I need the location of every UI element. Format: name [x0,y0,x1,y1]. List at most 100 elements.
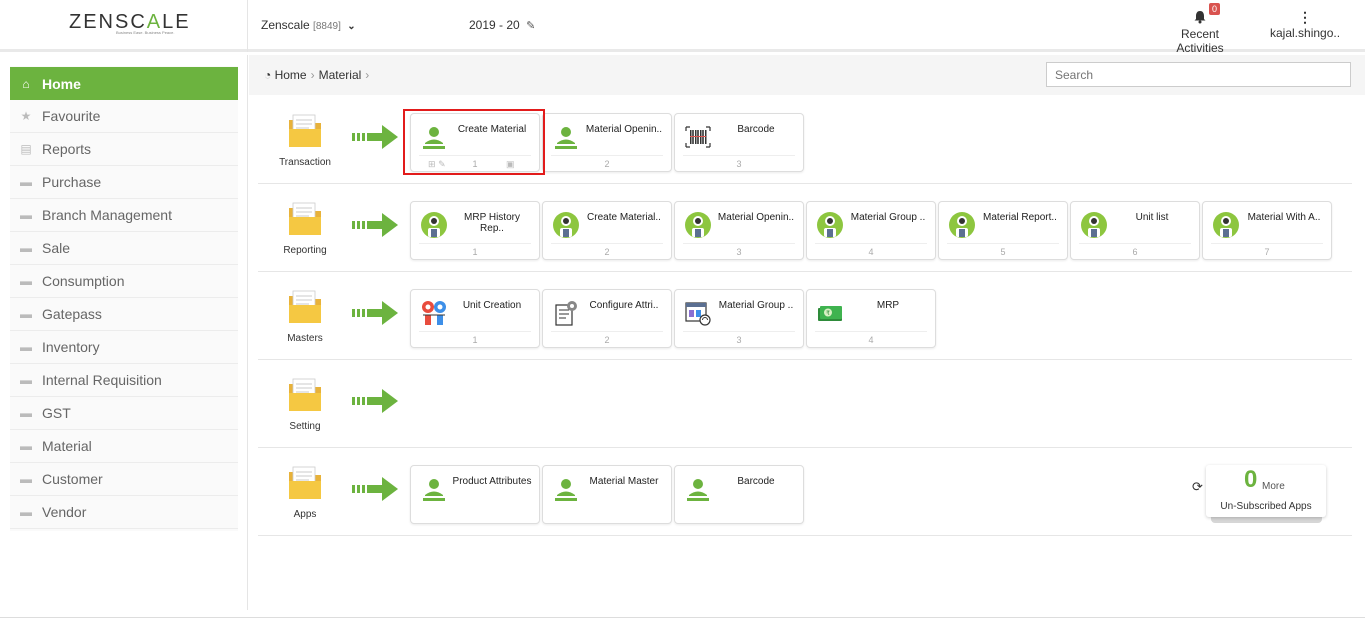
folder-icon[interactable] [287,464,323,502]
folder-icon: ▬ [20,307,32,321]
report-avatar-icon [1079,210,1109,240]
sidebar-item-reports[interactable]: ▤ Reports [10,133,238,166]
folder-icon[interactable] [287,288,323,326]
card-divider [683,331,795,332]
app-card-title: Material Group .. [850,212,926,223]
app-card-title: Material With A.. [1247,212,1321,223]
folder-icon: ▬ [20,406,32,420]
sidebar-item-gst[interactable]: ▬ GST [10,397,238,430]
folder-icon[interactable] [287,200,323,238]
recent-activities-button[interactable]: Recent Activities [1157,10,1243,55]
app-card[interactable]: Material Openin.. 2 [542,113,672,172]
report-avatar-icon [683,210,713,240]
app-card[interactable]: Unit Creation 1 [410,289,540,348]
footer-divider [0,617,1365,618]
category-label[interactable]: Apps [270,509,340,520]
app-card-number: 1 [472,335,478,345]
sidebar-item-material[interactable]: ▬ Material [10,430,238,463]
sidebar-item-label: GST [42,405,71,421]
app-card[interactable]: Product Attributes [410,465,540,524]
recent-activities-label: Recent Activities [1176,27,1224,55]
breadcrumb-home[interactable]: Home [275,68,307,82]
sidebar-item-label: Favourite [42,108,101,124]
sidebar-item-home[interactable]: ⌂ Home [10,67,238,100]
app-card-number: 6 [1132,247,1138,257]
app-card[interactable]: Material Openin.. 3 [674,201,804,260]
category-label[interactable]: Reporting [270,245,340,256]
app-card[interactable]: Material Report.. 5 [938,201,1068,260]
user-menu[interactable]: ⋮ kajal.shingo.. [1270,10,1340,40]
folder-icon: ▬ [20,274,32,288]
app-card-number: 3 [736,159,742,169]
app-card[interactable]: Material Group .. 4 [806,201,936,260]
app-card-title: Material Report.. [983,212,1057,223]
card-divider [947,243,1059,244]
app-card-number: 5 [1000,247,1006,257]
card-divider [1079,243,1191,244]
sidebar-item-consumption[interactable]: ▬ Consumption [10,265,238,298]
app-card-title: Material Openin.. [585,124,663,135]
arrow-right-icon [352,212,400,238]
breadcrumb: ◔ Home › Material › [264,68,370,82]
app-card[interactable]: MRP History Rep.. 1 [410,201,540,260]
sidebar-item-favourite[interactable]: ★ Favourite [10,100,238,133]
sidebar-item-gatepass[interactable]: ▬ Gatepass [10,298,238,331]
card-divider [551,155,663,156]
report-avatar-icon [947,210,977,240]
app-card[interactable]: Unit list 6 [1070,201,1200,260]
sidebar-item-purchase[interactable]: ▬ Purchase [10,166,238,199]
app-card[interactable]: Material Group .. 3 [674,289,804,348]
sidebar-item-inventory[interactable]: ▬ Inventory [10,331,238,364]
svg-text:₹: ₹ [826,310,830,317]
folder-icon: ▬ [20,505,32,519]
sidebar-item-label: Sale [42,240,71,256]
app-card[interactable]: Configure Attri.. 2 [542,289,672,348]
edit-icon[interactable]: ✎ [526,20,535,32]
brand-logo[interactable]: ZENSCALE Business Ease. Business Peace. [0,0,248,52]
category-label[interactable]: Setting [270,421,340,432]
more-apps-count: 0 [1244,466,1258,493]
folder-icon: ▬ [20,340,32,354]
app-card[interactable]: Barcode [674,465,804,524]
top-bar: ZENSCALE Business Ease. Business Peace. … [0,0,1365,55]
chevron-down-icon: ⌄ [347,21,356,32]
category-label[interactable]: Masters [270,333,340,344]
user-icon [419,474,449,504]
report-avatar-icon [419,210,449,240]
search-input[interactable] [1046,62,1351,87]
app-card[interactable]: ₹ MRP 4 [806,289,936,348]
app-card[interactable]: Material Master [542,465,672,524]
report-avatar-icon [815,210,845,240]
app-card[interactable]: Material With A.. 7 [1202,201,1332,260]
sidebar-item-customer[interactable]: ▬ Customer [10,463,238,496]
sidebar-item-sale[interactable]: ▬ Sale [10,232,238,265]
app-card[interactable]: Barcode 3 [674,113,804,172]
app-card-title: Material Openin.. [717,212,795,223]
sidebar-item-label: Gatepass [42,306,102,322]
sidebar-item-branch-management[interactable]: ▬ Branch Management [10,199,238,232]
card-divider [419,331,531,332]
breadcrumb-current[interactable]: Material [319,68,362,82]
app-card-title: Material Master [589,476,659,487]
card-divider [551,243,663,244]
app-card-number: 3 [736,335,742,345]
app-card-number: 2 [604,247,610,257]
card-divider [815,243,927,244]
home-icon: ⌂ [22,76,30,91]
app-card-title: Material Group .. [718,300,794,311]
refresh-icon[interactable]: ⟳ [1192,479,1203,495]
company-selector[interactable]: Zenscale [8849] ⌄ [261,18,356,32]
fiscal-year-selector[interactable]: 2019 - 20 ✎ [469,18,535,32]
report-avatar-icon [551,210,581,240]
sidebar-item-vendor[interactable]: ▬ Vendor [10,496,238,529]
arrow-right-icon [352,124,400,150]
user-icon [551,474,581,504]
folder-icon[interactable] [287,112,323,150]
sidebar-item-internal-requisition[interactable]: ▬ Internal Requisition [10,364,238,397]
card-divider [683,243,795,244]
app-card[interactable]: Create Material.. 2 [542,201,672,260]
folder-icon[interactable] [287,376,323,414]
app-card-title: MRP History Rep.. [464,212,520,234]
category-label[interactable]: Transaction [270,157,340,168]
folder-icon: ▬ [20,208,32,222]
